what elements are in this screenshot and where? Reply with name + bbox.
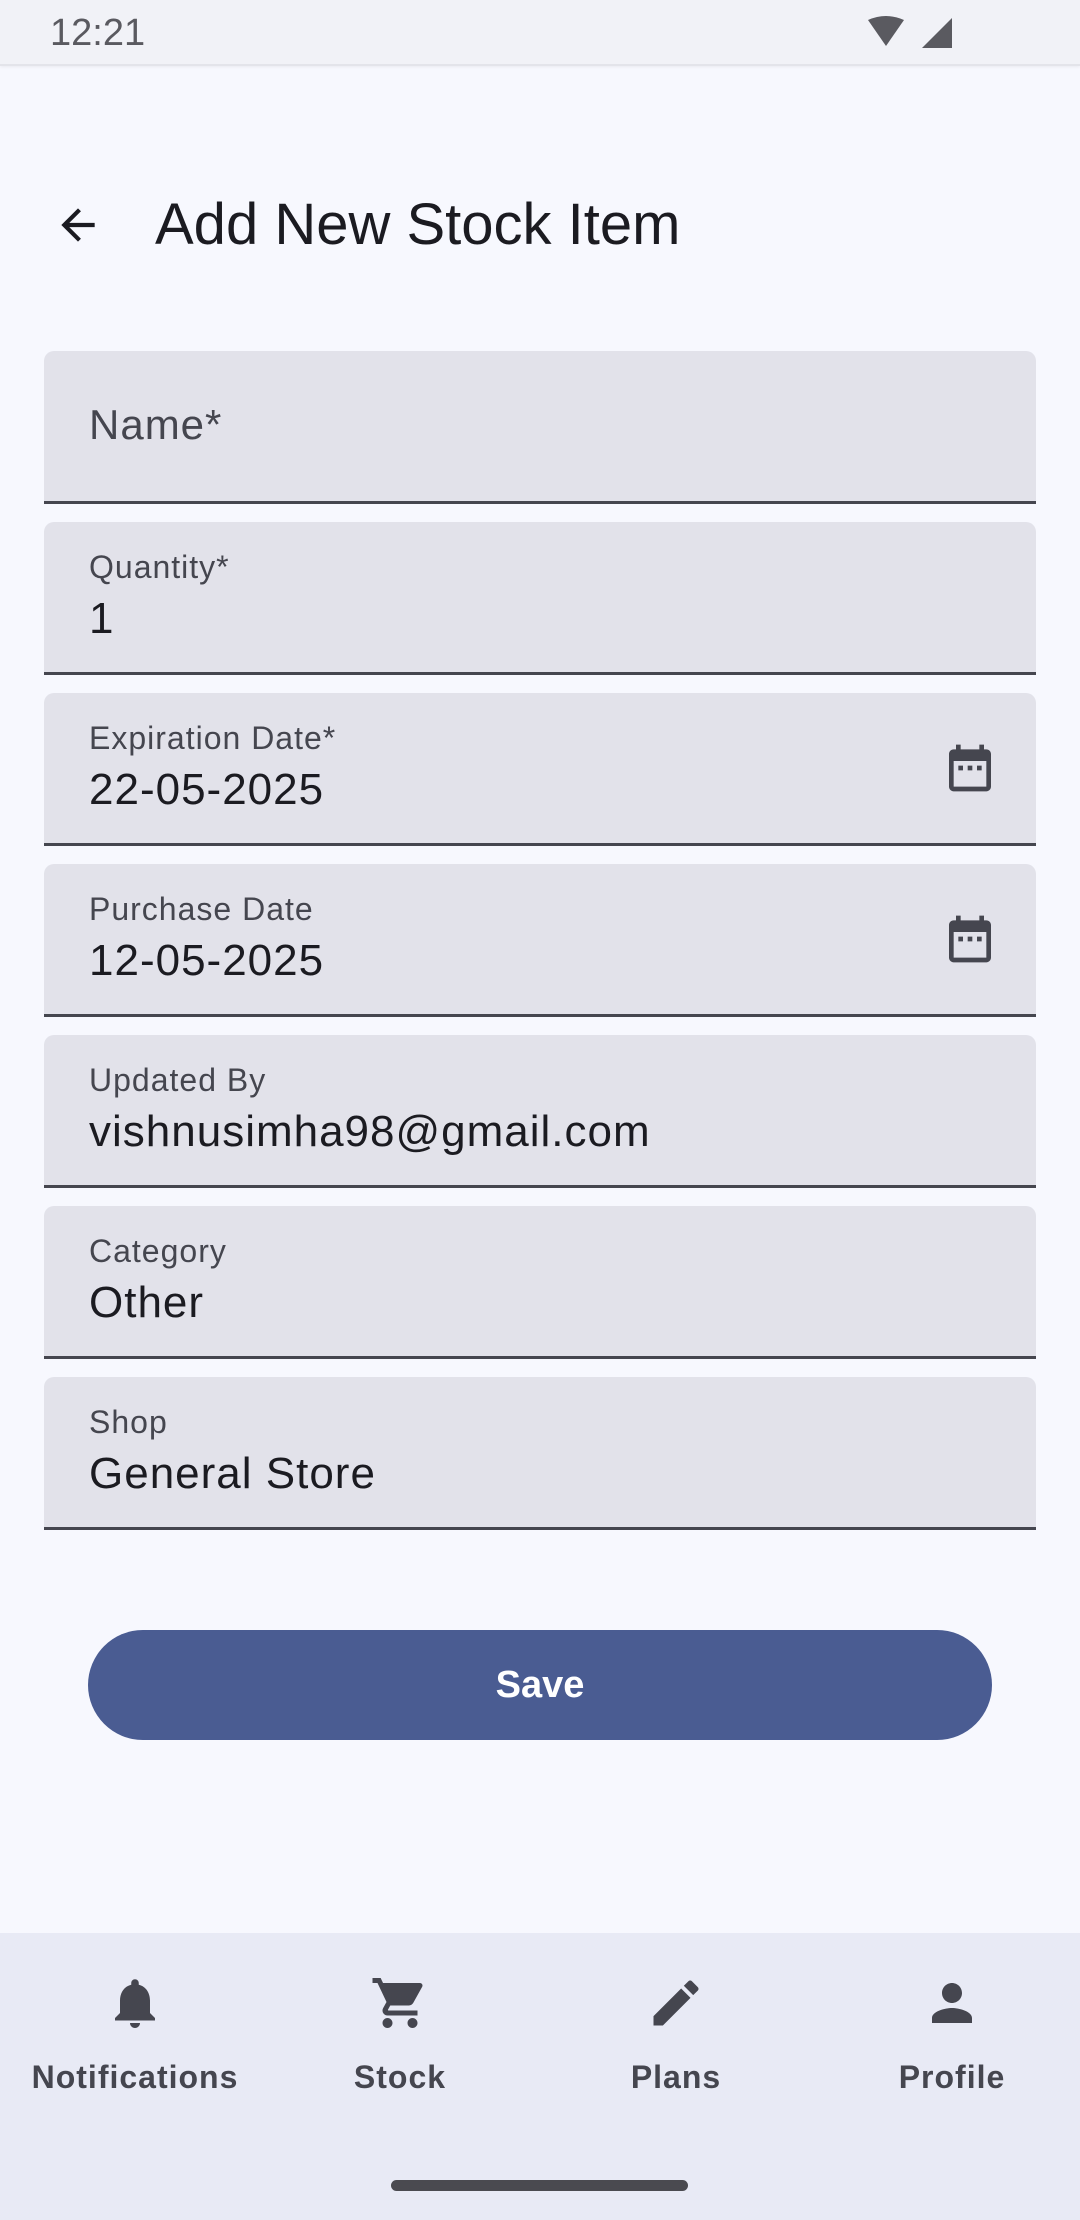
expiration-date-label: Expiration Date* [89,720,337,756]
shop-field[interactable]: Shop General Store [44,1377,1036,1530]
nav-item-stock[interactable]: Stock [265,1973,535,2123]
nav-label-stock: Stock [353,2059,447,2095]
cellular-signal-icon [922,18,952,48]
page-title: Add New Stock Item [155,192,681,257]
nav-label-plans: Plans [630,2059,722,2095]
arrow-back-icon [61,208,95,242]
category-value: Other [89,1278,205,1327]
expiration-date-field[interactable]: Expiration Date* 22-05-2025 [44,693,1036,846]
name-field-label: Name* [89,401,223,448]
wifi-icon [868,16,904,46]
calendar-icon[interactable] [942,739,998,797]
shop-value: General Store [89,1449,376,1498]
purchase-date-label: Purchase Date [89,891,314,927]
nav-label-notifications: Notifications [31,2059,239,2095]
updated-by-label: Updated By [89,1062,267,1098]
quantity-field[interactable]: Quantity* 1 [44,522,1036,675]
home-indicator[interactable] [391,2180,688,2191]
category-label: Category [89,1233,227,1269]
status-time: 12:21 [50,12,146,54]
top-app-bar: Add New Stock Item [0,150,1080,290]
signal-icons [868,16,952,48]
expiration-date-value: 22-05-2025 [89,765,325,814]
save-button[interactable]: Save [88,1630,992,1740]
purchase-date-field[interactable]: Purchase Date 12-05-2025 [44,864,1036,1017]
nav-item-plans[interactable]: Plans [541,1973,811,2123]
nav-label-profile: Profile [898,2059,1006,2095]
category-field[interactable]: Category Other [44,1206,1036,1359]
updated-by-field[interactable]: Updated By vishnusimha98@gmail.com [44,1035,1036,1188]
updated-by-value: vishnusimha98@gmail.com [89,1107,651,1156]
person-icon [932,1983,972,2023]
quantity-field-label: Quantity* [89,549,230,585]
status-bar: 12:21 [0,0,1080,66]
nav-item-notifications[interactable]: Notifications [0,1973,270,2123]
quantity-field-value: 1 [89,594,115,643]
bottom-navigation: Notifications Stock Plans Profile [0,1933,1080,2220]
shop-label: Shop [89,1404,168,1440]
cart-icon [372,1978,423,2028]
name-field[interactable]: Name* [44,351,1036,504]
purchase-date-value: 12-05-2025 [89,936,325,985]
back-button[interactable] [38,185,118,265]
bell-icon [115,1979,155,2028]
nav-item-profile[interactable]: Profile [817,1973,1080,2123]
calendar-icon[interactable] [942,910,998,968]
pencil-icon [653,1980,699,2026]
